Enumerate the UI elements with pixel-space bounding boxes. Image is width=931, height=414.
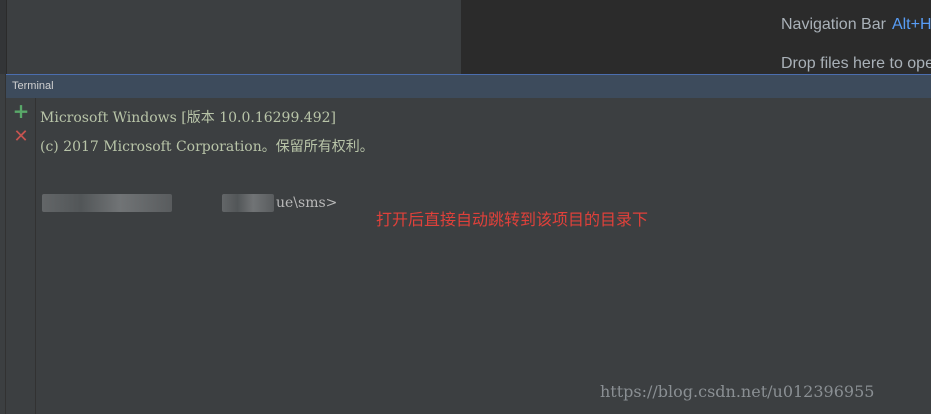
terminal-title: Terminal — [12, 80, 54, 92]
redacted-path — [222, 194, 274, 212]
terminal-toolbar: + ✕ — [6, 98, 36, 414]
close-icon: ✕ — [13, 126, 29, 147]
close-session-button[interactable]: ✕ — [12, 128, 30, 146]
watermark: https://blog.csdn.net/u012396955 — [600, 382, 875, 401]
drop-files-hint: Drop files here to open — [781, 55, 931, 72]
navigation-bar-hint: Navigation Bar Alt+Home — [781, 16, 931, 34]
editor-area — [0, 0, 461, 74]
plus-icon: + — [12, 99, 30, 123]
terminal-tool-window-header[interactable]: Terminal — [6, 74, 931, 98]
navigation-bar-label: Navigation Bar — [781, 16, 886, 33]
terminal-line: Microsoft Windows [版本 10.0.16299.492] — [40, 110, 336, 126]
annotation-text: 打开后直接自动跳转到该项目的目录下 — [376, 210, 649, 229]
welcome-hints: Navigation Bar Alt+Home Drop files here t… — [461, 0, 931, 74]
editor-left-stripe — [0, 0, 7, 74]
terminal-output[interactable]: Microsoft Windows [版本 10.0.16299.492] (c… — [36, 98, 931, 414]
terminal-line: (c) 2017 Microsoft Corporation。保留所有权利。 — [40, 139, 374, 155]
terminal-prompt: ue\sms> — [276, 195, 338, 211]
navigation-bar-shortcut: Alt+Home — [891, 16, 931, 33]
new-session-button[interactable]: + — [12, 99, 30, 123]
redacted-path — [42, 194, 172, 212]
